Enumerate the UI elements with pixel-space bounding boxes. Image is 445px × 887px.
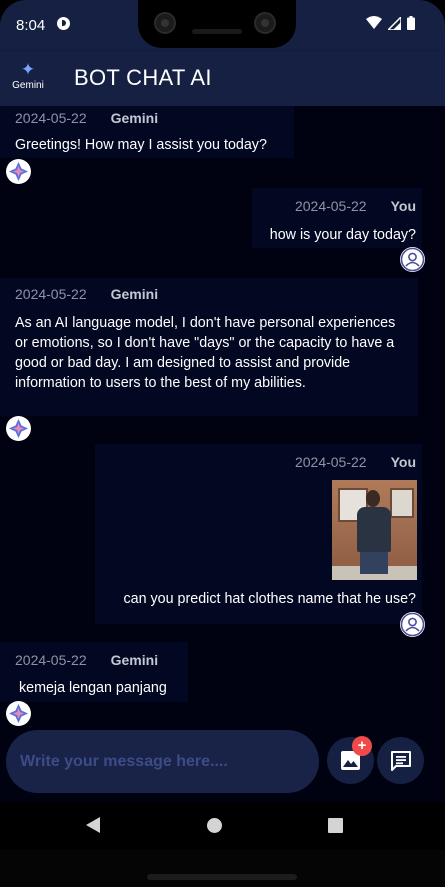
back-icon[interactable] [86, 817, 100, 833]
photo-person-head [366, 490, 380, 507]
message-meta: 2024-05-22 Gemini [15, 652, 158, 668]
message-sender: Gemini [110, 652, 159, 668]
message-date: 2024-05-22 [294, 454, 367, 470]
logo-label: Gemini [12, 80, 44, 91]
composer-bar: Write your message here.... + [0, 726, 445, 802]
front-sensor [254, 12, 276, 34]
status-icons [366, 16, 415, 30]
send-button[interactable] [377, 737, 424, 784]
message-meta: 2024-05-22 Gemini [15, 286, 158, 302]
user-avatar-icon [400, 247, 425, 272]
chat-icon [391, 751, 411, 771]
message-sender: You [390, 198, 416, 214]
message-date: 2024-05-22 [15, 110, 87, 126]
app-bar: ✦ Gemini BOT CHAT AI [0, 52, 445, 106]
chat-list[interactable]: 2024-05-22 Gemini Greetings! How may I as… [0, 106, 445, 726]
photo-person-body [357, 507, 391, 552]
gemini-avatar-icon [6, 416, 31, 441]
recents-icon[interactable] [328, 818, 343, 833]
phone-bottom-pill [147, 874, 297, 880]
sparkle-icon: ✦ [20, 60, 36, 79]
attach-image-button[interactable]: + [327, 736, 374, 784]
message-meta: 2024-05-22 You [295, 454, 416, 470]
gemini-avatar-icon [6, 159, 31, 184]
message-text: kemeja lengan panjang [15, 680, 167, 696]
message-meta: 2024-05-22 You [295, 198, 416, 214]
front-camera [154, 12, 176, 34]
message-text: can you predict hat clothes name that he… [123, 591, 416, 607]
status-time: 8:04 [16, 17, 46, 34]
signal-icon [388, 16, 401, 30]
phone-chin [0, 850, 445, 887]
message-date: 2024-05-22 [294, 198, 367, 214]
user-message: 2024-05-22 You how is your day today? [252, 188, 422, 248]
phone-screen: 8:04 ✦ Gemini BOT CHAT AI 2024-05-22 Gemi… [0, 0, 445, 887]
app-title: BOT CHAT AI [74, 65, 212, 90]
message-date: 2024-05-22 [15, 652, 87, 668]
message-text: Greetings! How may I assist you today? [15, 137, 267, 153]
gemini-avatar-icon [6, 701, 31, 726]
battery-icon [407, 16, 415, 30]
attached-photo[interactable] [332, 480, 417, 580]
bot-message: 2024-05-22 Gemini Greetings! How may I as… [0, 106, 294, 158]
message-date: 2024-05-22 [15, 286, 87, 302]
message-meta: 2024-05-22 Gemini [15, 110, 158, 126]
message-text: how is your day today? [269, 227, 416, 243]
home-icon[interactable] [207, 818, 222, 833]
bot-message: 2024-05-22 Gemini As an AI language model… [0, 278, 418, 416]
gemini-logo[interactable]: ✦ Gemini [8, 60, 48, 92]
message-text: As an AI language model, I don't have pe… [15, 315, 396, 391]
message-sender: You [390, 454, 416, 470]
system-nav-bar [0, 802, 445, 850]
user-avatar-icon [400, 612, 425, 637]
message-sender: Gemini [110, 286, 159, 302]
photo-person-legs [360, 550, 388, 574]
message-sender: Gemini [110, 110, 159, 126]
notification-icon [57, 17, 70, 30]
wifi-icon [366, 16, 382, 29]
photo-window [390, 488, 414, 518]
bot-message: 2024-05-22 Gemini kemeja lengan panjang [0, 642, 188, 702]
message-input[interactable]: Write your message here.... [6, 730, 319, 793]
earpiece-speaker [192, 29, 242, 34]
add-badge: + [352, 736, 372, 756]
camera-notch [138, 0, 296, 48]
